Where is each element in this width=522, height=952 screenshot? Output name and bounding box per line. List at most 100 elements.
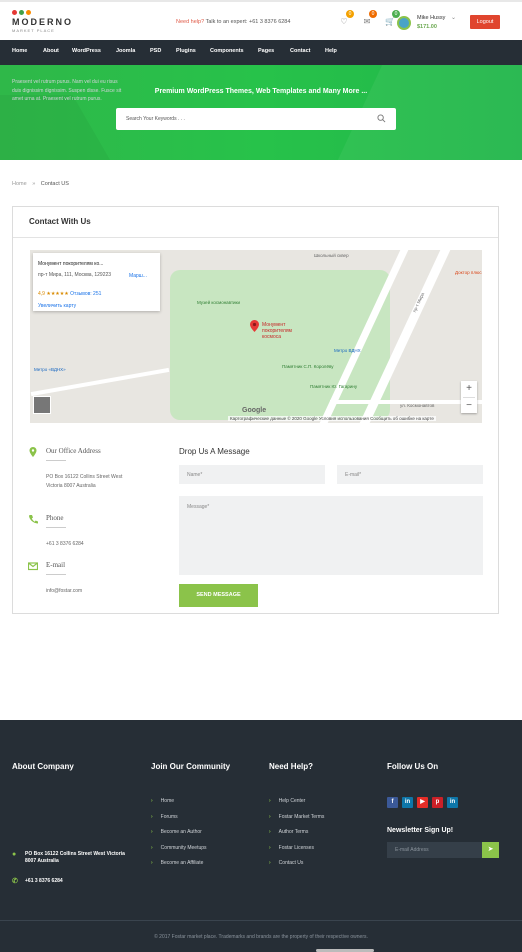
- search-icon[interactable]: [377, 114, 386, 123]
- map-place-address: пр-т Мира, 111, Москва, 129223: [38, 272, 112, 278]
- send-message-button[interactable]: SEND MESSAGE: [179, 584, 258, 607]
- avatar[interactable]: [397, 16, 411, 30]
- footer-community-title: Join Our Community: [151, 762, 231, 771]
- send-icon: ➤: [487, 846, 494, 853]
- map-attribution[interactable]: Картографические данные © 2020 Google Ус…: [228, 416, 436, 421]
- email-label: E-mail: [46, 561, 66, 569]
- pinterest-icon[interactable]: p: [432, 797, 443, 808]
- street-view-thumbnail[interactable]: [33, 396, 51, 414]
- map-pin-label: Монумент покорителям космоса: [262, 322, 292, 340]
- logout-button[interactable]: Logout: [470, 15, 500, 29]
- help-prefix: Need help?: [176, 19, 205, 25]
- cart-icon[interactable]: 🛒 0: [384, 10, 400, 28]
- map-label: Школьный сквер: [314, 253, 349, 258]
- chevron-right-icon: ›: [269, 829, 271, 835]
- map-route-link[interactable]: Марш...: [129, 273, 147, 279]
- nav-item-contact[interactable]: Contact: [290, 48, 310, 54]
- newsletter-email-input[interactable]: [387, 842, 482, 858]
- map-label: Памятник С.П. Королёву: [282, 364, 334, 369]
- divider: [13, 237, 498, 238]
- linkedin-icon[interactable]: in: [447, 797, 458, 808]
- facebook-icon[interactable]: f: [387, 797, 398, 808]
- footer-link[interactable]: › Become an Affiliate: [151, 860, 203, 866]
- footer-link-label: Become an Affiliate: [160, 860, 204, 866]
- newsletter-title: Newsletter Sign Up!: [387, 827, 454, 834]
- help-text: Talk to an expert: +61 3 8376 6284: [204, 19, 291, 25]
- mail-icon[interactable]: ✉ 0: [361, 10, 377, 28]
- footer-link[interactable]: › Help Center: [269, 798, 305, 804]
- chevron-right-icon: ›: [269, 860, 271, 866]
- map-label: Метро «ВДНХ»: [34, 367, 66, 372]
- footer-link[interactable]: › Home: [151, 798, 174, 804]
- google-map[interactable]: Музей космонавтики Школьный сквер Метро …: [30, 250, 482, 423]
- hero-decoration: [0, 95, 128, 160]
- chevron-right-icon: ›: [151, 860, 153, 866]
- name-field[interactable]: [179, 465, 325, 484]
- footer-link[interactable]: › Become an Author: [151, 829, 202, 835]
- page-title: Contact With Us: [29, 217, 91, 226]
- map-zoom-controls: + −: [461, 381, 477, 413]
- nav-item-psd[interactable]: PSD: [150, 48, 161, 54]
- nav-item-joomla[interactable]: Joomla: [116, 48, 135, 54]
- footer-link[interactable]: › Forums: [151, 814, 178, 820]
- search-input[interactable]: [126, 108, 366, 130]
- help-contact[interactable]: Need help? Talk to an expert: +61 3 8376…: [176, 19, 290, 25]
- nav-item-components[interactable]: Components: [210, 48, 244, 54]
- chevron-right-icon: ›: [269, 814, 271, 820]
- nav-item-plugins[interactable]: Plugins: [176, 48, 196, 54]
- footer-phone-text[interactable]: +61 3 8376 6284: [25, 878, 135, 885]
- youtube-icon[interactable]: ▶: [417, 797, 428, 808]
- map-rating-stars: 4,9 ★★★★★: [38, 291, 69, 297]
- zoom-in-button[interactable]: +: [461, 381, 477, 397]
- logo-dot: [19, 10, 24, 15]
- map-pin-icon[interactable]: [250, 320, 259, 332]
- email-value[interactable]: info@fostar.com: [46, 587, 136, 596]
- main-nav: Home About WordPress Joomla PSD Plugins …: [0, 40, 522, 65]
- nav-item-about[interactable]: About: [43, 48, 59, 54]
- site-header: MODERNO MARKET PLACE Need help? Talk to …: [0, 0, 522, 40]
- footer-link[interactable]: › Fostar Market Terms: [269, 814, 324, 820]
- footer-link-label: Fostar Market Terms: [278, 814, 325, 820]
- footer-link[interactable]: › Fostar Licenses: [269, 845, 314, 851]
- footer-link[interactable]: › Author Terms: [269, 829, 308, 835]
- map-rating: 4,9 ★★★★★ Отзывов: 251: [38, 291, 101, 297]
- message-field[interactable]: [179, 496, 483, 575]
- logo-dot: [26, 10, 31, 15]
- footer-link-label: Contact Us: [278, 860, 304, 866]
- nav-item-help[interactable]: Help: [325, 48, 337, 54]
- search-bar: [116, 108, 396, 130]
- phone-value[interactable]: +61 3 8376 6284: [46, 540, 136, 549]
- header-icons: ♡ 0 ✉ 0 🛒 0: [338, 10, 400, 28]
- phone-icon: ✆: [12, 878, 18, 885]
- wishlist-badge: 0: [346, 10, 354, 18]
- map-reviews-link[interactable]: Отзывов: 251: [70, 291, 101, 297]
- nav-item-wordpress[interactable]: WordPress: [72, 48, 101, 54]
- nav-item-home[interactable]: Home: [12, 48, 27, 54]
- chevron-right-icon: ›: [269, 845, 271, 851]
- footer-bottom-bar: © 2017 Fostar market place. Trademarks a…: [0, 920, 522, 952]
- divider: [46, 527, 66, 528]
- map-enlarge-link[interactable]: Увеличить карту: [38, 303, 76, 309]
- zoom-out-button[interactable]: −: [461, 398, 477, 414]
- footer-link[interactable]: › Contact Us: [269, 860, 303, 866]
- logo-dot: [12, 10, 17, 15]
- user-name[interactable]: Mike Hussy: [417, 15, 445, 21]
- newsletter-submit-button[interactable]: ➤: [482, 842, 499, 858]
- logo-dots: [12, 10, 31, 15]
- email-field[interactable]: [337, 465, 483, 484]
- linkedin-icon[interactable]: in: [402, 797, 413, 808]
- breadcrumb-home[interactable]: Home: [12, 181, 27, 187]
- footer-link-label: Forums: [160, 814, 178, 820]
- divider: [46, 460, 66, 461]
- footer-link[interactable]: › Community Meetups: [151, 845, 207, 851]
- footer-help-title: Need Help?: [269, 762, 314, 771]
- heart-icon[interactable]: ♡ 0: [338, 10, 354, 28]
- chevron-down-icon[interactable]: ⌄: [451, 14, 456, 21]
- nav-item-pages[interactable]: Pages: [258, 48, 274, 54]
- footer-link-label: Fostar Licenses: [278, 845, 314, 851]
- chevron-right-icon: ›: [151, 829, 153, 835]
- footer-follow-title: Follow Us On: [387, 762, 439, 771]
- footer-about-title: About Company: [12, 762, 74, 771]
- logo[interactable]: MODERNO MARKET PLACE: [12, 10, 71, 33]
- footer-link-label: Community Meetups: [160, 845, 207, 851]
